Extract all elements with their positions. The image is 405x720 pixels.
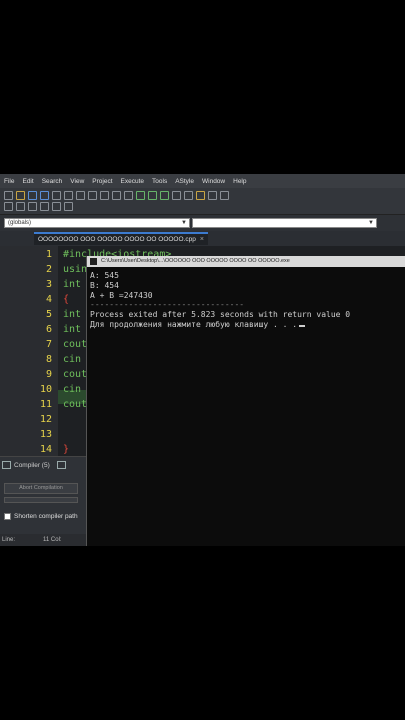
abort-compilation-button[interactable]: Abort Compilation	[4, 483, 78, 494]
save-icon[interactable]	[28, 191, 37, 200]
scope-combo[interactable]: (globals) ▼	[4, 218, 190, 228]
shorten-path-checkbox[interactable]	[4, 513, 11, 520]
code-line: int	[63, 279, 82, 290]
line-number: 3	[45, 279, 52, 290]
menu-astyle[interactable]: AStyle	[171, 178, 198, 185]
new-file-icon[interactable]	[4, 191, 13, 200]
console-title-bar[interactable]: C:\Users\User\Desktop\...\ОООООО ООО ООО…	[87, 256, 405, 267]
console-title: C:\Users\User\Desktop\...\ОООООО ООО ООО…	[101, 258, 290, 264]
print-icon[interactable]	[64, 191, 73, 200]
line-number: 2	[45, 264, 52, 275]
combo-row: (globals) ▼ ▼	[0, 215, 405, 231]
undo-icon[interactable]	[76, 191, 85, 200]
shorten-path-option[interactable]: Shorten compiler path	[4, 513, 78, 520]
status-col: 11 Col:	[43, 537, 62, 543]
code-line: int	[63, 324, 82, 335]
code-line: {	[63, 294, 70, 305]
debug-icon[interactable]	[184, 191, 193, 200]
replace-icon[interactable]	[112, 191, 121, 200]
project-pane	[0, 246, 31, 456]
toolbar-row-2	[4, 202, 73, 211]
compile-run-icon[interactable]	[160, 191, 169, 200]
line-number: 13	[39, 429, 52, 440]
line-number: 9	[45, 369, 52, 380]
comment-icon[interactable]	[64, 202, 73, 211]
find-icon[interactable]	[100, 191, 109, 200]
toolbar-row-1	[4, 191, 229, 200]
code-line: cin	[63, 384, 82, 395]
compiler-icon	[2, 461, 11, 469]
line-number: 12	[39, 414, 52, 425]
menu-execute[interactable]: Execute	[117, 178, 149, 185]
console-line: A + B =247430	[90, 291, 153, 300]
code-line: cout	[63, 339, 88, 350]
scope-combo-value: (globals)	[8, 220, 32, 226]
console-icon	[90, 258, 97, 265]
line-number: 7	[45, 339, 52, 350]
line-number: 10	[39, 384, 52, 395]
new-project-icon[interactable]	[4, 202, 13, 211]
symbol-combo[interactable]: ▼	[192, 218, 377, 228]
line-number: 4	[45, 294, 52, 305]
menu-bar: File Edit Search View Project Execute To…	[0, 174, 405, 188]
profile-icon[interactable]	[196, 191, 205, 200]
indent-icon[interactable]	[40, 202, 49, 211]
goto-icon[interactable]	[124, 191, 133, 200]
line-number: 6	[45, 324, 52, 335]
text-cursor	[299, 325, 306, 327]
console-window[interactable]: C:\Users\User\Desktop\...\ОООООО ООО ООО…	[86, 256, 405, 546]
line-number: 14	[39, 444, 52, 455]
line-number: 5	[45, 309, 52, 320]
add-file-icon[interactable]	[16, 202, 25, 211]
compiler-tab-label: Compiler (5)	[14, 461, 50, 469]
menu-tools[interactable]: Tools	[148, 178, 171, 185]
menu-view[interactable]: View	[66, 178, 88, 185]
run-icon[interactable]	[148, 191, 157, 200]
tab-source-file[interactable]: ОООООООО ООО ООООО ОООО ОО ООООО.cpp ×	[34, 232, 208, 245]
tab-compiler[interactable]: Compiler (5)	[2, 461, 66, 469]
code-line: int	[63, 309, 82, 320]
console-line: B: 454	[90, 281, 119, 290]
remove-file-icon[interactable]	[28, 202, 37, 211]
console-line: Process exited after 5.823 seconds with …	[90, 310, 351, 319]
console-line: A: 545	[90, 271, 119, 280]
redo-icon[interactable]	[88, 191, 97, 200]
compile-icon[interactable]	[136, 191, 145, 200]
toolbar	[0, 188, 405, 215]
menu-window[interactable]: Window	[198, 178, 229, 185]
stop-icon[interactable]	[220, 191, 229, 200]
chevron-down-icon: ▼	[368, 220, 374, 226]
save-all-icon[interactable]	[40, 191, 49, 200]
console-separator: --------------------------------	[90, 300, 245, 309]
close-file-icon[interactable]	[52, 191, 61, 200]
editor-tabs: ОООООООО ООО ООООО ОООО ОО ООООО.cpp ×	[0, 231, 405, 246]
unindent-icon[interactable]	[52, 202, 61, 211]
code-line: cin	[63, 354, 82, 365]
chevron-down-icon: ▼	[181, 220, 187, 226]
rebuild-icon[interactable]	[172, 191, 181, 200]
menu-search[interactable]: Search	[38, 178, 67, 185]
resources-icon[interactable]	[56, 461, 66, 469]
compile-progress-bar	[4, 497, 78, 503]
console-prompt: Для продолжения нажмите любую клавишу . …	[90, 320, 298, 329]
menu-help[interactable]: Help	[229, 178, 250, 185]
close-icon[interactable]: ×	[200, 235, 204, 245]
status-line: Line:	[2, 537, 16, 543]
menu-edit[interactable]: Edit	[18, 178, 37, 185]
code-line: cout	[63, 369, 88, 380]
open-file-icon[interactable]	[16, 191, 25, 200]
line-number: 8	[45, 354, 52, 365]
shorten-path-label: Shorten compiler path	[14, 513, 78, 520]
console-line: Для продолжения нажмите любую клавишу . …	[90, 320, 306, 329]
code-line: cout	[63, 399, 88, 410]
menu-file[interactable]: File	[0, 178, 18, 185]
code-line: }	[63, 444, 70, 455]
line-number: 1	[45, 249, 52, 260]
menu-project[interactable]: Project	[88, 178, 116, 185]
tab-label: ОООООООО ООО ООООО ОООО ОО ООООО.cpp	[38, 235, 196, 243]
check-icon[interactable]	[208, 191, 217, 200]
line-number: 11	[39, 399, 52, 410]
